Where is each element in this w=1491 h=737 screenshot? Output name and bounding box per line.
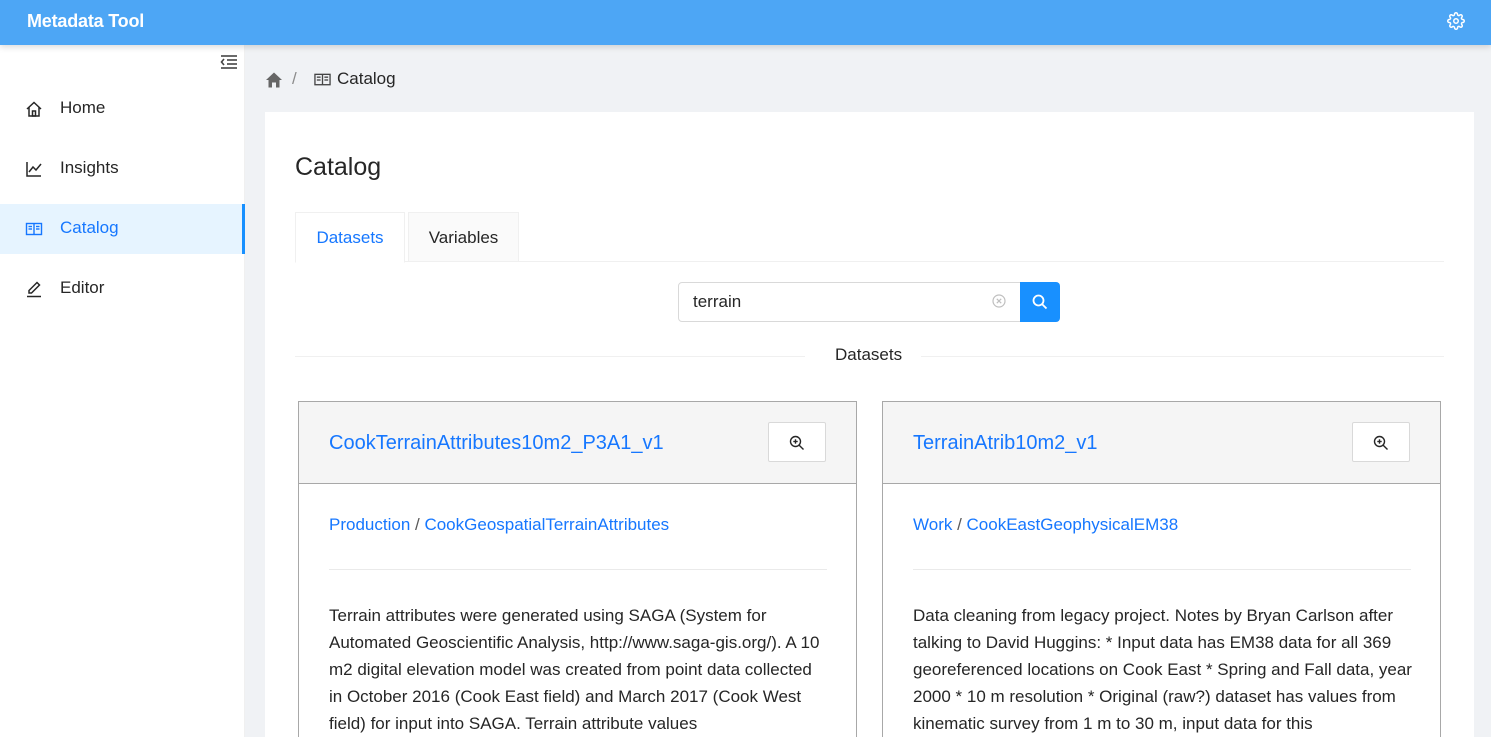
path-separator: /	[952, 515, 967, 534]
sidebar-item-label: Insights	[60, 158, 119, 177]
content-panel: Catalog Datasets Variables Datasets Cook…	[265, 112, 1474, 737]
path-link-container[interactable]: Production	[329, 515, 410, 534]
card-divider	[913, 569, 1411, 570]
book-icon	[314, 73, 331, 86]
close-circle-icon[interactable]	[992, 294, 1006, 308]
search-button[interactable]	[1020, 282, 1060, 322]
dataset-description: Data cleaning from legacy project. Notes…	[913, 606, 1412, 733]
page-title: Catalog	[295, 153, 382, 181]
dataset-title-link[interactable]: TerrainAtrib10m2_v1	[913, 432, 1098, 455]
breadcrumb-separator: /	[292, 69, 297, 88]
tab-datasets[interactable]: Datasets	[295, 212, 405, 263]
search-icon	[1032, 294, 1048, 310]
sidebar-item-label: Home	[60, 98, 106, 117]
path-link-container[interactable]: Work	[913, 515, 952, 534]
card-divider	[329, 569, 827, 570]
card-header: TerrainAtrib10m2_v1	[883, 402, 1440, 484]
path-link-project[interactable]: CookEastGeophysicalEM38	[967, 515, 1179, 534]
zoom-in-button[interactable]	[1352, 422, 1410, 462]
tab-bar: Datasets Variables	[295, 212, 1444, 263]
path-separator: /	[410, 515, 425, 534]
sidebar-item-label: Catalog	[60, 218, 119, 237]
dataset-path: Production / CookGeospatialTerrainAttrib…	[329, 515, 669, 535]
home-icon[interactable]	[265, 71, 283, 89]
divider-line	[295, 356, 805, 357]
section-divider: Datasets	[295, 345, 1444, 369]
home-icon	[26, 101, 42, 117]
menu-fold-icon[interactable]	[220, 54, 238, 70]
zoom-in-icon	[789, 435, 804, 450]
line-chart-icon	[26, 162, 42, 177]
book-icon	[25, 222, 43, 236]
card-header: CookTerrainAttributes10m2_P3A1_v1	[299, 402, 856, 484]
sidebar-item-home[interactable]: Home	[0, 84, 245, 134]
search-input[interactable]	[693, 283, 983, 321]
divider-label: Datasets	[835, 345, 903, 364]
breadcrumb-current: Catalog	[337, 69, 396, 88]
dataset-path: Work / CookEastGeophysicalEM38	[913, 515, 1178, 535]
edit-icon	[27, 281, 41, 298]
sidebar-item-editor[interactable]: Editor	[0, 264, 245, 314]
sidebar-item-label: Editor	[60, 278, 105, 297]
path-link-project[interactable]: CookGeospatialTerrainAttributes	[424, 515, 669, 534]
sidebar-item-catalog[interactable]: Catalog	[0, 204, 245, 254]
dataset-title-link[interactable]: CookTerrainAttributes10m2_P3A1_v1	[329, 432, 664, 455]
zoom-in-button[interactable]	[768, 422, 826, 462]
zoom-in-icon	[1373, 435, 1388, 450]
app-title: Metadata Tool	[27, 11, 145, 31]
tab-variables[interactable]: Variables	[408, 212, 519, 262]
dataset-description: Terrain attributes were generated using …	[329, 606, 820, 733]
gear-icon[interactable]	[1447, 12, 1465, 30]
sidebar-item-insights[interactable]: Insights	[0, 144, 245, 194]
dataset-card: TerrainAtrib10m2_v1 Work / CookEastGeoph…	[882, 401, 1441, 737]
dataset-card: CookTerrainAttributes10m2_P3A1_v1 Produc…	[298, 401, 857, 737]
top-bar: Metadata Tool	[0, 0, 1491, 45]
divider-line	[921, 356, 1444, 357]
sidebar: Home Insights Catalog Editor	[0, 45, 245, 737]
search-field	[678, 282, 1021, 322]
